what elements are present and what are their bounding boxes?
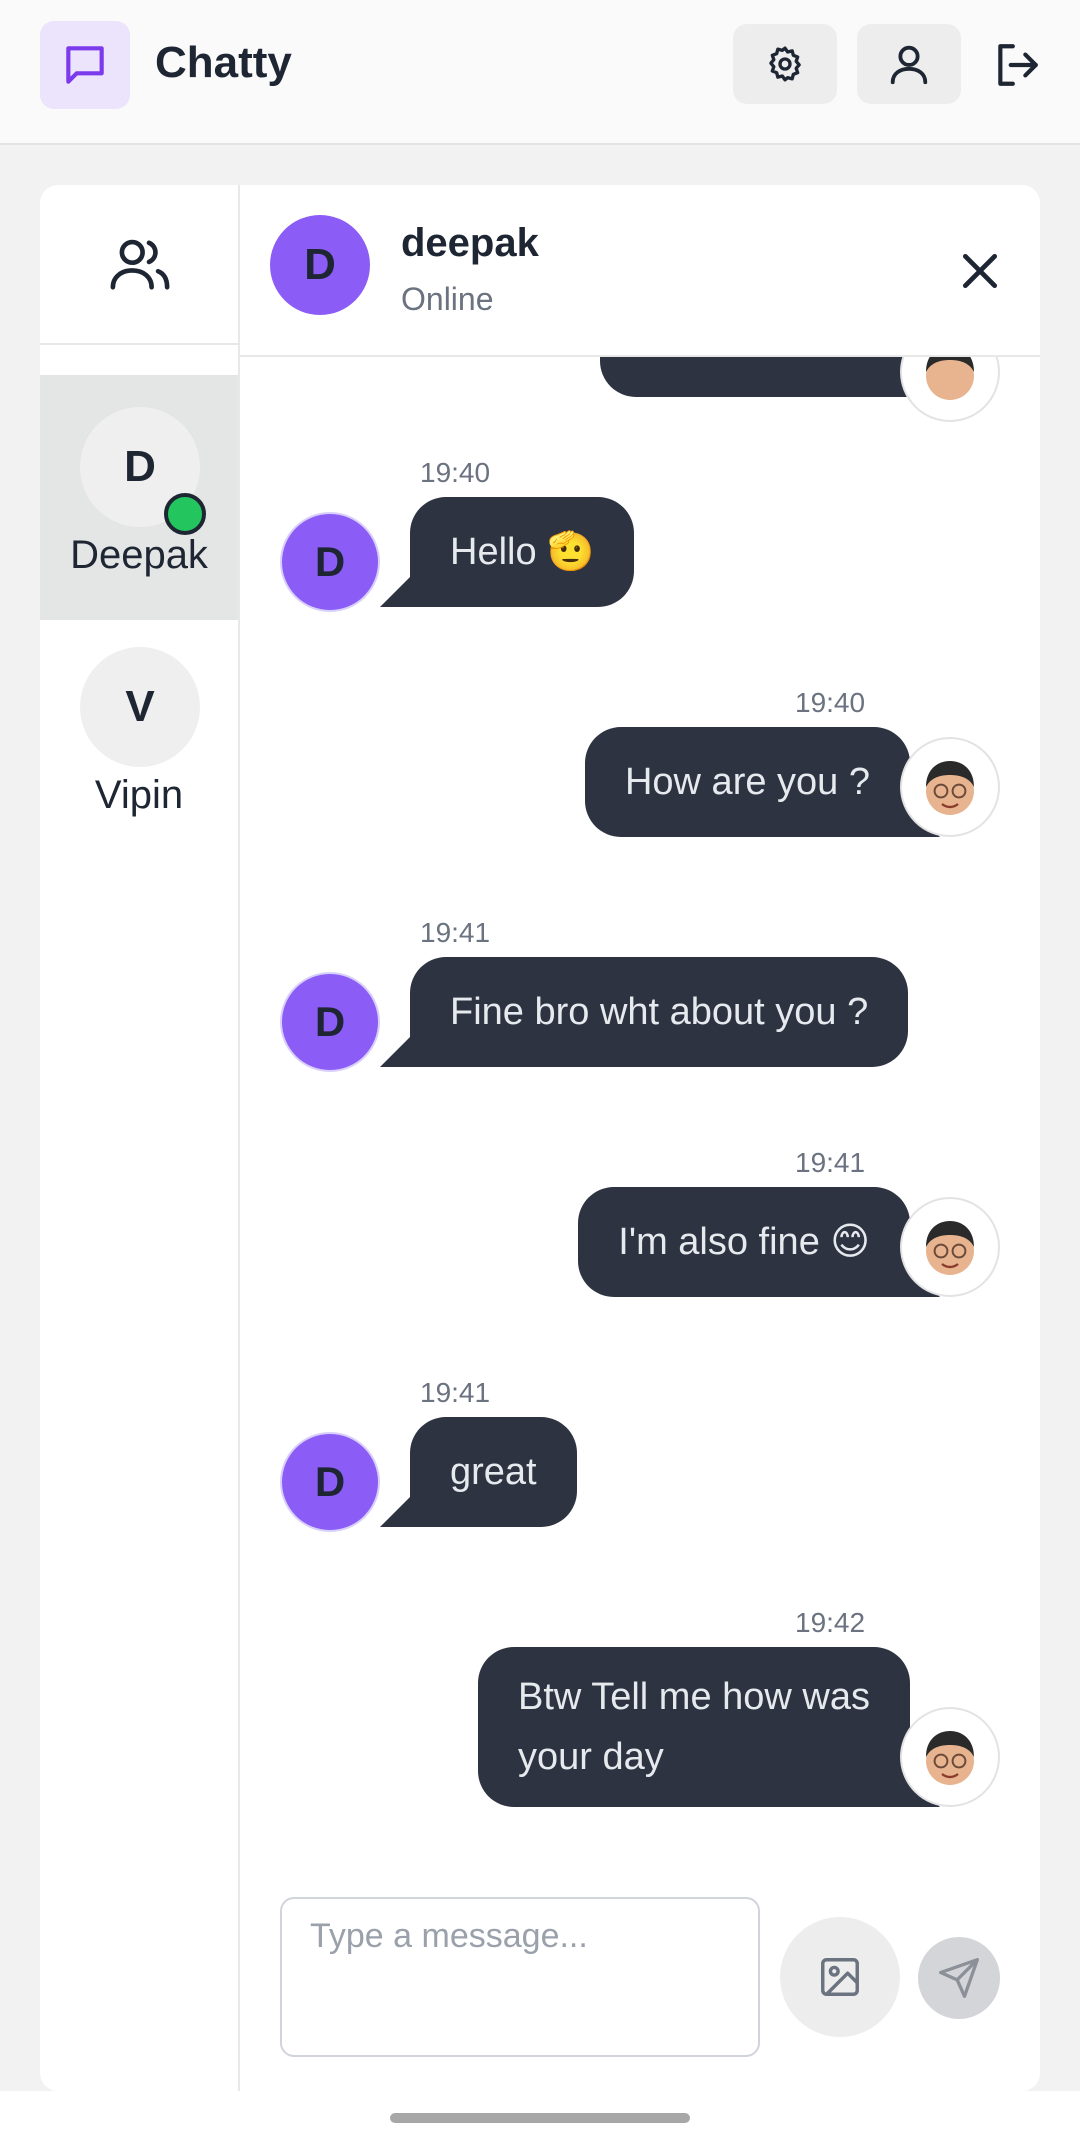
send-button[interactable]: [918, 1937, 1000, 2019]
message-bubble: [600, 357, 940, 397]
logout-button[interactable]: [985, 30, 1049, 100]
message-text-line: Btw Tell me how was: [518, 1676, 870, 1718]
contact-name: Deepak: [70, 533, 208, 577]
bubble-tail: [380, 577, 410, 607]
memoji-avatar-icon: [926, 761, 974, 815]
memoji-avatar-icon: [926, 357, 974, 400]
message-bubble: I'm also fine 😊: [578, 1187, 910, 1297]
message-time: 19:40: [420, 457, 491, 488]
users-icon: [110, 239, 170, 290]
settings-button[interactable]: [733, 24, 837, 104]
message-text: Hello 🫡: [450, 531, 595, 573]
my-avatar: [900, 1707, 1000, 1807]
send-icon: [939, 1958, 979, 1998]
image-icon: [821, 1958, 859, 1996]
message-text: How are you ?: [624, 761, 870, 803]
online-indicator: [164, 493, 206, 535]
sender-avatar: D: [280, 512, 380, 612]
attach-image-button[interactable]: [780, 1917, 900, 2037]
close-icon: [962, 253, 998, 289]
bubble-tail: [380, 1037, 410, 1067]
message-bubble: How are you ?: [584, 727, 910, 837]
top-bar: Chatty: [0, 0, 1080, 145]
message-time: 19:41: [795, 1147, 866, 1178]
my-avatar: [900, 357, 1000, 422]
app-logo[interactable]: [40, 21, 130, 109]
app-title: Chatty: [155, 38, 292, 87]
chat-header: D deepak Online: [240, 185, 1040, 357]
sender-avatar: D: [280, 1432, 380, 1532]
gear-icon: [769, 46, 801, 82]
message-composer: [240, 1877, 1040, 2091]
contacts-header: [40, 185, 240, 345]
contact-name: Vipin: [94, 773, 184, 817]
message-text: great: [450, 1451, 537, 1493]
message-text: I'm also fine 😊: [618, 1221, 870, 1263]
message-list[interactable]: 19:40 D Hello 🫡 19:40 How are you ? 19:4…: [240, 357, 1040, 1877]
sender-avatar: D: [280, 972, 380, 1072]
message-bubble: Btw Tell me how was your day: [478, 1647, 910, 1807]
chat-container: D Deepak V Vipin D deepak Online 19:40 D…: [40, 185, 1040, 2091]
my-avatar: [900, 737, 1000, 837]
chat-bubble-icon: [66, 46, 104, 84]
my-avatar: [900, 1197, 1000, 1297]
message-time: 19:42: [795, 1607, 866, 1638]
logout-icon: [998, 44, 1038, 86]
bubble-tail: [380, 1497, 410, 1527]
message-input[interactable]: [280, 1897, 760, 2057]
message-bubble: Hello 🫡: [410, 497, 635, 607]
message-time: 19:40: [795, 687, 866, 718]
user-icon: [890, 45, 928, 85]
memoji-avatar-icon: [926, 1221, 974, 1275]
contacts-sidebar: D Deepak V Vipin: [40, 185, 240, 2091]
avatar: V: [80, 647, 200, 767]
message-text-line: your day: [518, 1736, 664, 1778]
message-bubble: great: [410, 1417, 577, 1527]
message-text: Fine bro wht about you ?: [450, 991, 869, 1033]
memoji-avatar-icon: [926, 1731, 974, 1785]
message-time: 19:41: [420, 917, 491, 948]
message-bubble: Fine bro wht about you ?: [410, 957, 909, 1067]
contact-deepak[interactable]: D Deepak: [40, 375, 238, 620]
close-chat-button[interactable]: [952, 243, 1008, 299]
chat-contact-avatar: D: [270, 215, 370, 315]
profile-button[interactable]: [857, 24, 961, 104]
message-time: 19:41: [420, 1377, 491, 1408]
chat-contact-status: Online: [401, 281, 494, 317]
home-indicator[interactable]: [390, 2113, 690, 2123]
contact-vipin[interactable]: V Vipin: [40, 615, 238, 860]
chat-contact-name: deepak: [401, 221, 539, 265]
